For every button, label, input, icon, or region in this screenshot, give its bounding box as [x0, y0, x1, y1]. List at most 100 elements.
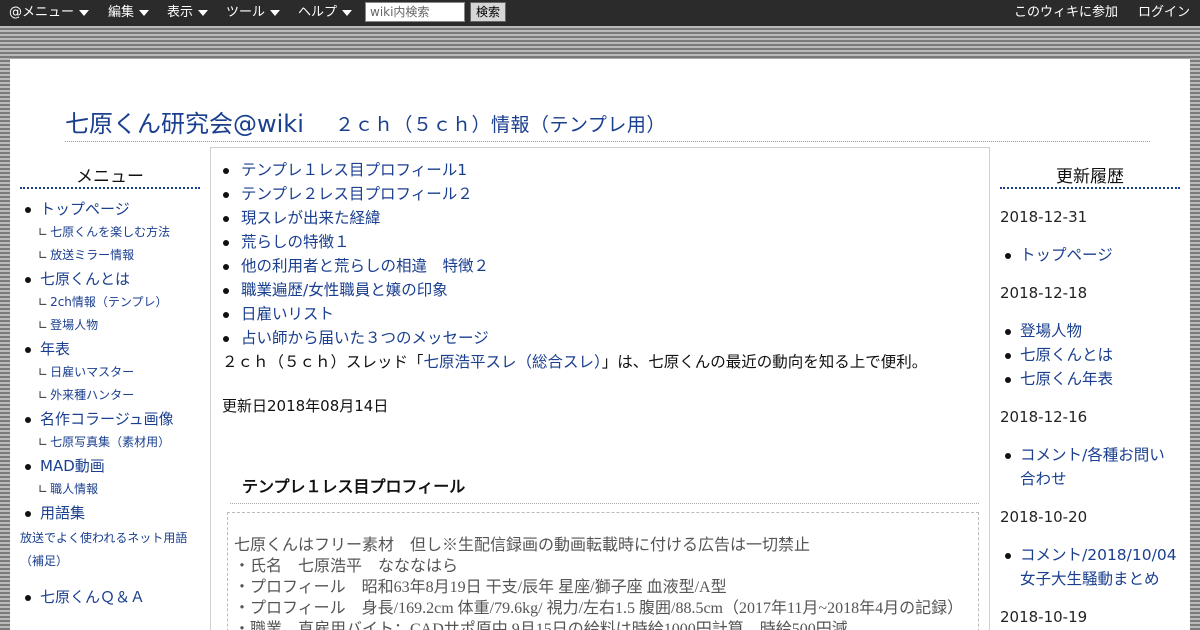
toc-item: 現スレが出来た経緯: [223, 206, 989, 230]
menu-edit-label: 編集: [108, 5, 135, 20]
history-heading: 更新履歴: [1000, 165, 1180, 189]
menu-main[interactable]: @メニュー: [9, 0, 90, 26]
sidebar-sublink[interactable]: 2ch情報（テンプレ）: [50, 295, 167, 309]
toc-link[interactable]: 日雇いリスト: [241, 305, 334, 323]
toc-item: 職業遍歴/女性職員と嬢の印象: [223, 278, 989, 302]
chevron-down-icon: [79, 9, 90, 16]
toc-item: テンプレ１レス目プロフィール1: [223, 158, 989, 182]
sub-mark: ∟: [38, 248, 49, 262]
sub-mark: ∟: [38, 365, 49, 379]
menu-heading: メニュー: [20, 165, 200, 189]
history-date: 2018-12-16: [1000, 408, 1088, 426]
sidebar-link-qa[interactable]: 七原くんＱ＆Ａ: [40, 588, 145, 606]
sidebar-sublink[interactable]: 職人情報: [50, 482, 98, 496]
history-list: コメント/2018/10/04 女子大生騒動まとめ: [1000, 543, 1180, 591]
toc-link[interactable]: テンプレ１レス目プロフィール1: [241, 161, 467, 179]
history-link[interactable]: トップページ: [1020, 246, 1113, 264]
sidebar-link-mad[interactable]: MAD動画: [40, 457, 105, 475]
menu-tools-label: ツール: [226, 5, 266, 20]
site-header: 七原くん研究会@wiki ２ｃｈ（５ｃｈ）情報（テンプレ用）: [65, 104, 1150, 142]
chevron-down-icon: [342, 9, 353, 16]
history-item: 登場人物: [1000, 319, 1180, 343]
chevron-down-icon: [198, 9, 209, 16]
sub-mark: ∟: [38, 482, 49, 496]
sidebar-link-net-terms[interactable]: 放送でよく使われるネット用語（補足）: [20, 531, 187, 568]
sidebar-link-glossary[interactable]: 用語集: [40, 504, 85, 522]
sidebar-plain-item: 放送でよく使われるネット用語（補足）: [20, 527, 200, 573]
sidebar-subitem: ∟ 2ch情報（テンプレ）: [20, 291, 200, 314]
sub-mark: ∟: [38, 388, 49, 402]
sidebar-sublink[interactable]: 放送ミラー情報: [50, 248, 134, 262]
login-link[interactable]: ログイン: [1138, 0, 1190, 26]
toc-link[interactable]: 荒らしの特徴１: [241, 233, 350, 251]
sidebar-subitem: ∟ 日雇いマスター: [20, 361, 200, 384]
history-list: トップページ: [1000, 243, 1180, 267]
join-wiki-link[interactable]: このウィキに参加: [1014, 0, 1118, 26]
toc-link[interactable]: 占い師から届いた３つのメッセージ: [241, 329, 489, 347]
toc-link[interactable]: 現スレが出来た経緯: [241, 209, 381, 227]
sidebar-subitem: ∟ 放送ミラー情報: [20, 244, 200, 267]
menu-edit[interactable]: 編集: [108, 0, 150, 26]
history-link[interactable]: 七原くん年表: [1020, 370, 1113, 388]
menu-help[interactable]: ヘルプ: [298, 0, 353, 26]
history-date: 2018-12-18: [1000, 284, 1088, 302]
history-date: 2018-10-19: [1000, 608, 1088, 626]
sidebar-sublink[interactable]: 七原くんを楽しむ方法: [50, 225, 170, 239]
menu-view[interactable]: 表示: [167, 0, 209, 26]
intro-after: 」は、七原くんの最近の動向を知る上で便利。: [601, 353, 928, 371]
search-input[interactable]: [365, 2, 465, 22]
page-title-link[interactable]: ２ｃｈ（５ｃｈ）情報（テンプレ用）: [335, 110, 666, 137]
profile-box: 七原くんはフリー素材 但し※生配信録画の動画転載時に付ける広告は一切禁止 ・氏名…: [227, 512, 979, 630]
profile-line: ・プロフィール 昭和63年8月19日 干支/辰年 星座/獅子座 血液型/A型: [234, 579, 727, 596]
history-link[interactable]: 七原くんとは: [1020, 346, 1113, 364]
sidebar-sublink[interactable]: 登場人物: [50, 318, 98, 332]
page-container: 七原くん研究会@wiki ２ｃｈ（５ｃｈ）情報（テンプレ用） メニュー トップペ…: [10, 58, 1190, 630]
sidebar-sublink[interactable]: 日雇いマスター: [50, 365, 134, 379]
site-title-link[interactable]: 七原くん研究会@wiki: [65, 104, 304, 139]
top-toolbar: @メニュー 編集 表示 ツール ヘルプ 検索 このウィキに参加 ログイン: [0, 0, 1200, 26]
toc-item: 荒らしの特徴１: [223, 230, 989, 254]
sidebar-sublink[interactable]: 七原写真集（素材用）: [50, 435, 170, 449]
toc-link[interactable]: 他の利用者と荒らしの相違 特徴２: [241, 257, 489, 275]
menu-main-label: @メニュー: [9, 5, 75, 20]
table-of-contents: テンプレ１レス目プロフィール1 テンプレ２レス目プロフィール２ 現スレが出来た経…: [223, 158, 989, 350]
sidebar-link-timeline[interactable]: 年表: [40, 340, 70, 358]
sidebar-item: 用語集: [20, 501, 200, 525]
history-date: 2018-10-20: [1000, 508, 1088, 526]
history-link[interactable]: コメント/各種お問い合わせ: [1020, 446, 1165, 488]
sidebar-item: 名作コラージュ画像: [20, 407, 200, 431]
history-item: 七原くんとは: [1000, 343, 1180, 367]
sidebar-item: 七原くんＱ＆Ａ: [20, 585, 200, 609]
chevron-down-icon: [139, 9, 150, 16]
menu-tools[interactable]: ツール: [226, 0, 281, 26]
sidebar-item: MAD動画: [20, 454, 200, 478]
thread-link[interactable]: 七原浩平スレ（総合スレ）: [424, 353, 602, 371]
sidebar-subitem: ∟ 七原写真集（素材用）: [20, 431, 200, 454]
section-heading: テンプレ１レス目プロフィール: [230, 473, 979, 504]
sidebar-subitem: ∟ 職人情報: [20, 478, 200, 501]
toc-item: テンプレ２レス目プロフィール２: [223, 182, 989, 206]
sub-mark: ∟: [38, 318, 49, 332]
sidebar-link-top[interactable]: トップページ: [40, 200, 130, 218]
sidebar-link-about[interactable]: 七原くんとは: [40, 270, 130, 288]
toc-item: 日雇いリスト: [223, 302, 989, 326]
toc-link[interactable]: テンプレ２レス目プロフィール２: [241, 185, 473, 203]
chevron-down-icon: [270, 9, 281, 16]
intro-before: ２ｃｈ（５ｃｈ）スレッド「: [222, 353, 424, 371]
history-item: コメント/各種お問い合わせ: [1000, 443, 1180, 491]
search-button[interactable]: 検索: [470, 2, 506, 22]
history-list: 登場人物 七原くんとは 七原くん年表: [1000, 319, 1180, 391]
toc-link[interactable]: 職業遍歴/女性職員と嬢の印象: [241, 281, 448, 299]
history-link[interactable]: コメント/2018/10/04 女子大生騒動まとめ: [1020, 546, 1177, 588]
menu-help-label: ヘルプ: [298, 5, 338, 20]
history-link[interactable]: 登場人物: [1020, 322, 1082, 340]
sub-mark: ∟: [38, 435, 49, 449]
sidebar-item: 年表: [20, 337, 200, 361]
profile-line: ・氏名 七原浩平 なななはら: [234, 558, 459, 575]
menu-view-label: 表示: [167, 5, 194, 20]
sub-mark: ∟: [38, 295, 49, 309]
left-sidebar: メニュー トップページ ∟ 七原くんを楽しむ方法 ∟ 放送ミラー情報 七原くんとは …: [20, 165, 200, 609]
sidebar-sublink[interactable]: 外来種ハンター: [50, 388, 134, 402]
main-content: テンプレ１レス目プロフィール1 テンプレ２レス目プロフィール２ 現スレが出来た経…: [210, 147, 990, 630]
sidebar-link-collage[interactable]: 名作コラージュ画像: [40, 410, 174, 428]
